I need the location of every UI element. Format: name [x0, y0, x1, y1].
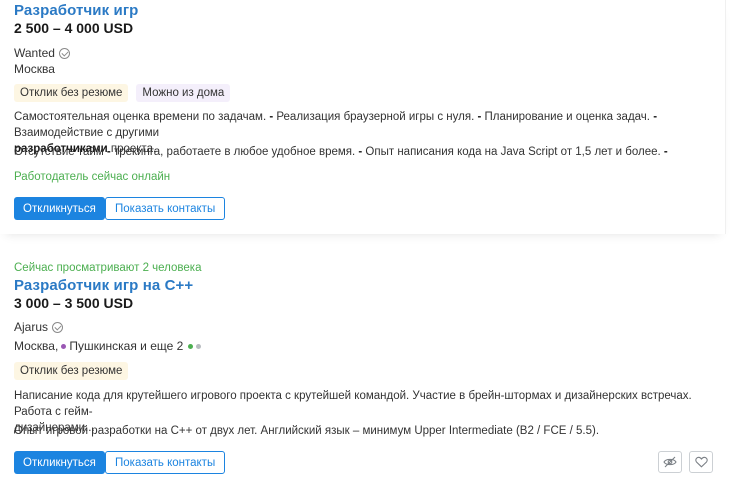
metro-line-dot [196, 343, 202, 349]
desc-bullet: - [663, 146, 668, 158]
vacancy-tags: Отклик без резюме Можно из дома [14, 84, 231, 102]
vacancy-title-link[interactable]: Разработчик игр на C++ [14, 277, 193, 294]
location-city: Москва, [14, 339, 59, 353]
vacancy-card: Разработчик игр 2 500 – 4 000 USD Wanted… [0, 0, 726, 234]
vacancy-salary: 2 500 – 4 000 USD [14, 20, 134, 36]
verified-check-icon [52, 321, 64, 333]
desc-text: Реализация браузерной игры с нуля. [276, 111, 478, 123]
desc-bullet: - [653, 111, 658, 123]
vacancy-requirements: Опыт игровой разработки на C++ от двух л… [14, 425, 600, 437]
company-name-label[interactable]: Wanted [14, 46, 55, 60]
metro-line-dot [61, 343, 67, 349]
company-name[interactable]: Ajarus [14, 320, 64, 334]
vacancy-requirements: Отсутствие тайм - трекинга, работаете в … [14, 144, 714, 160]
employer-online-status: Работодатель сейчас онлайн [14, 171, 171, 183]
vacancy-list: Разработчик игр 2 500 – 4 000 USD Wanted… [0, 0, 730, 488]
desc-text: Взаимодействие с другими [14, 127, 160, 139]
vacancy-location: Москва [14, 62, 55, 76]
verified-check-icon [58, 47, 70, 59]
respond-button[interactable]: Откликнуться [14, 451, 105, 474]
heart-icon [694, 456, 708, 468]
desc-text: Отсутствие тайм [14, 146, 107, 158]
tag-remote: Можно из дома [136, 84, 231, 102]
desc-line: Написание кода для крутейшего игрового п… [14, 390, 692, 418]
favorite-button[interactable] [689, 451, 713, 473]
vacancy-location: Москва, Пушкинская и еще 2 [14, 339, 202, 353]
desc-text: Самостоятельная оценка времени по задача… [14, 111, 270, 123]
location-metro: Пушкинская и еще 2 [69, 339, 184, 353]
vacancy-salary: 3 000 – 3 500 USD [14, 295, 134, 311]
hide-vacancy-button[interactable] [658, 451, 682, 473]
company-name[interactable]: Wanted [14, 46, 70, 60]
vacancy-card: Сейчас просматривают 2 человека Разработ… [0, 260, 726, 488]
desc-text: Планирование и оценка задач. [484, 111, 654, 123]
respond-button[interactable]: Откликнуться [14, 197, 105, 220]
desc-bullet: - [106, 146, 114, 158]
tag-no-resume: Отклик без резюме [14, 362, 129, 380]
desc-bullet: - [477, 111, 485, 123]
desc-text: трекинга, работаете в любое удобное врем… [113, 146, 359, 158]
show-contacts-button[interactable]: Показать контакты [105, 451, 226, 474]
viewing-now-label: Сейчас просматривают 2 человека [14, 262, 202, 274]
eye-off-icon [663, 456, 677, 468]
show-contacts-button[interactable]: Показать контакты [105, 197, 226, 220]
company-name-label[interactable]: Ajarus [14, 320, 48, 334]
desc-text: Опыт написания кода на Java Script от 1,… [365, 146, 664, 158]
metro-line-dot [188, 343, 194, 349]
vacancy-title-link[interactable]: Разработчик игр [14, 2, 138, 19]
tag-no-resume: Отклик без резюме [14, 84, 129, 102]
vacancy-tags: Отклик без резюме [14, 362, 129, 380]
